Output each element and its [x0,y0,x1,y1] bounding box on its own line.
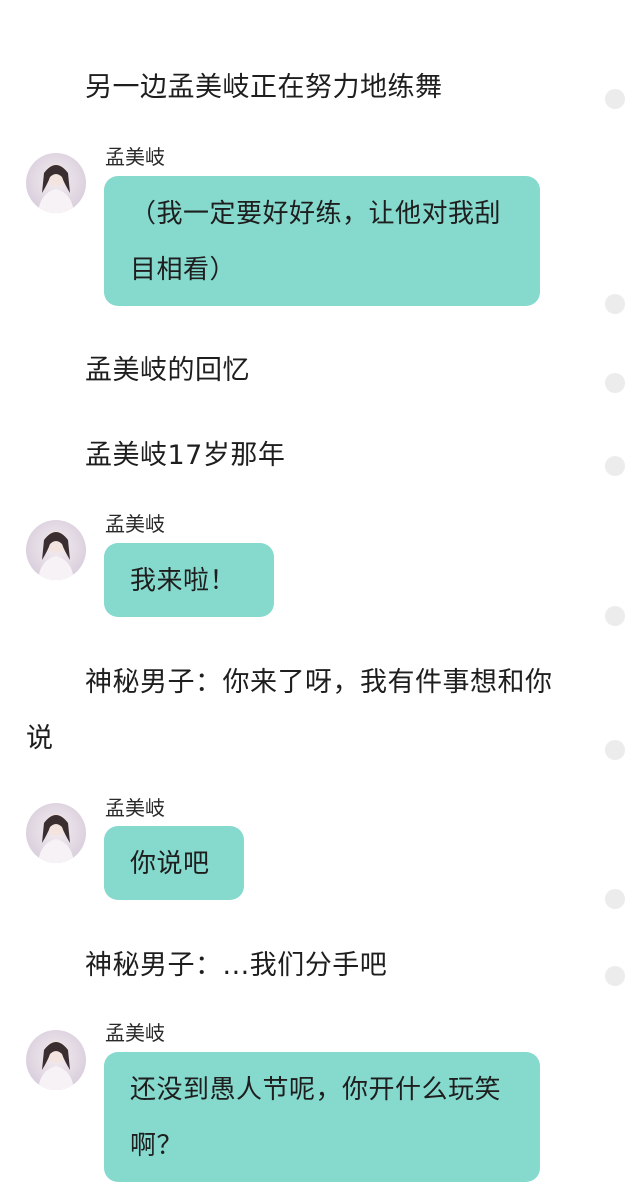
chat-bubble[interactable]: 还没到愚人节呢，你开什么玩笑啊？ [104,1052,540,1182]
chat-bubble[interactable]: 我来啦！ [104,543,274,617]
dot-icon [605,606,625,626]
narration-text: 神秘男子：...我们分手吧 [85,950,388,981]
dot-icon [605,373,625,393]
narration-text: 孟美岐17岁那年 [85,440,286,471]
dot-icon [605,294,625,314]
narration-text: 孟美岐的回忆 [85,355,250,386]
avatar-icon[interactable] [26,803,86,863]
sender-name: 孟美岐 [105,796,165,820]
dot-icon [605,740,625,760]
dot-icon [605,966,625,986]
avatar-icon[interactable] [26,153,86,213]
dot-icon [605,89,625,109]
dot-icon [605,889,625,909]
avatar-icon[interactable] [26,520,86,580]
sender-name: 孟美岐 [105,1021,165,1045]
narration-text: 神秘男子：你来了呀，我有件事想和你说 [26,667,553,754]
avatar-icon[interactable] [26,1030,86,1090]
dot-icon [605,456,625,476]
chat-bubble[interactable]: 你说吧 [104,826,244,900]
sender-name: 孟美岐 [105,145,165,169]
narration-text: 另一边孟美岐正在努力地练舞 [85,72,443,103]
sender-name: 孟美岐 [105,512,165,536]
chat-bubble[interactable]: （我一定要好好练，让他对我刮目相看） [104,176,540,306]
